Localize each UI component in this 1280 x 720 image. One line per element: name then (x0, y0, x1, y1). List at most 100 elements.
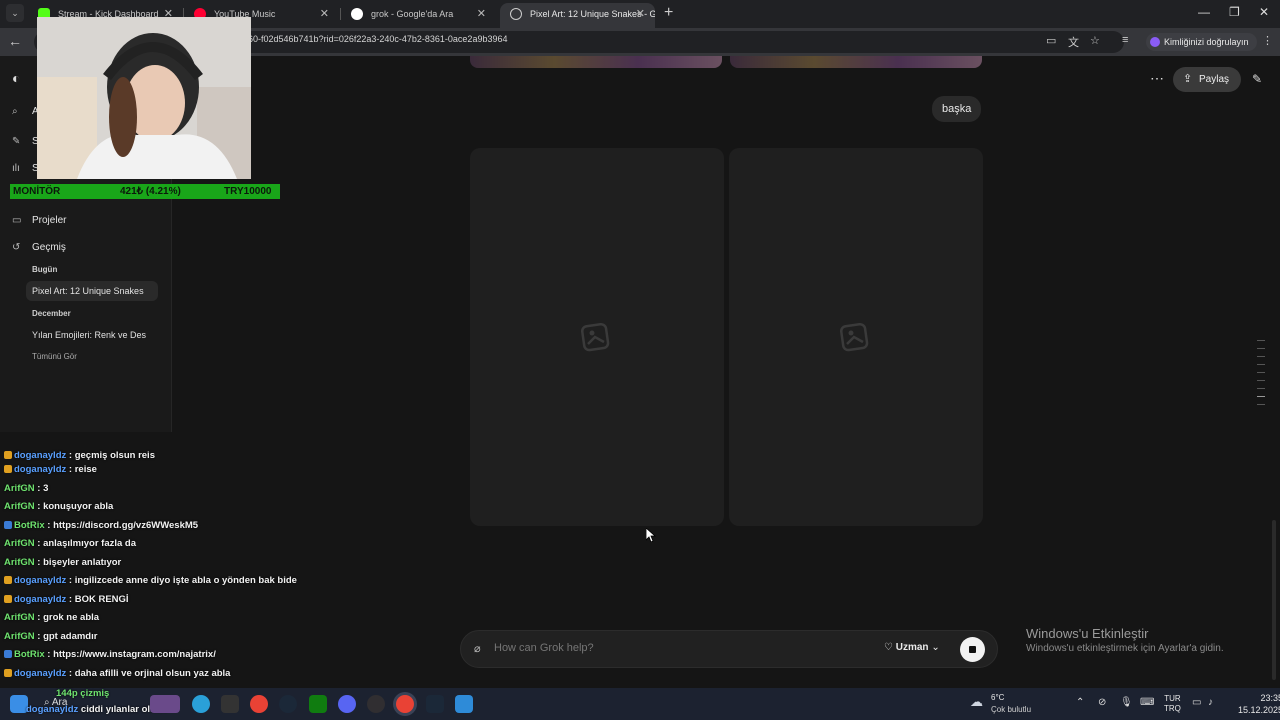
folder-icon: ▭ (12, 215, 22, 226)
history-group-december: December (32, 309, 71, 318)
clock[interactable]: 23:3515.12.2025 (1238, 692, 1280, 716)
profile-button[interactable]: Kimliğinizi doğrulayın (1146, 33, 1257, 51)
reading-list-icon[interactable]: ≡ (1122, 34, 1128, 46)
scroll-marker[interactable] (1257, 356, 1265, 357)
image-placeholder-icon (839, 322, 869, 352)
discord-icon[interactable] (338, 695, 356, 713)
close-icon[interactable]: ✕ (477, 3, 486, 25)
network-icon[interactable]: ▭ (1192, 697, 1201, 708)
tab-google-search[interactable]: grok - Google'da Ara ✕ (341, 3, 496, 28)
chat-message: ArifGN : bişeyler anlatıyor (4, 557, 122, 568)
scroll-marker[interactable] (1257, 340, 1265, 341)
mouse-cursor-icon (646, 528, 656, 542)
monitor-value: 421₺ (4.21%) (120, 186, 181, 197)
chat-message: doganayldz : BOK RENGİ (4, 594, 129, 605)
weather-temp[interactable]: 6°C (991, 693, 1004, 702)
obs-icon[interactable] (367, 695, 385, 713)
sidebar-item-projects[interactable]: ▭ Projeler (12, 215, 66, 226)
google-icon (351, 8, 363, 20)
history-item-snake-emojis[interactable]: Yılan Emojileri: Renk ve Des (32, 330, 152, 340)
chat-message: doganayldz : ingilizcede anne diyo işte … (4, 575, 297, 586)
donation-monitor-bar: MONİTÖR 421₺ (4.21%) TRY10000 (10, 184, 280, 199)
url-text[interactable]: 60-f02d546b741b?rid=026f22a3-240c-47b2-8… (248, 34, 507, 44)
edge-icon[interactable] (192, 695, 210, 713)
restore-button[interactable]: ❐ (1229, 5, 1240, 19)
chat-message: ArifGN : konuşuyor abla (4, 501, 114, 512)
microphone-icon[interactable]: 🎙 (1120, 697, 1133, 708)
sidebar-item-3[interactable]: ılı S (12, 163, 39, 174)
mode-selector[interactable]: ♡ Uzman ⌄ (884, 642, 940, 653)
epic-games-icon[interactable] (221, 695, 239, 713)
back-arrow-icon[interactable]: ← (8, 33, 22, 49)
scroll-marker[interactable] (1257, 396, 1265, 397)
close-icon[interactable]: ✕ (320, 3, 329, 25)
new-tab-button[interactable]: + (664, 4, 673, 22)
avatar (1150, 37, 1160, 47)
grok-logo-icon[interactable]: ◐ (12, 70, 20, 86)
chat-message: ArifGN : gpt adamdır (4, 631, 98, 642)
volume-icon[interactable]: ♪ (1208, 697, 1213, 708)
close-icon[interactable]: ✕ (636, 3, 645, 25)
scroll-marker[interactable] (1257, 364, 1265, 365)
stream-chat-overlay: doganayldz : geçmiş olsun reis doganayld… (0, 424, 330, 688)
image-placeholder-card[interactable] (470, 148, 724, 526)
keyboard-icon[interactable]: ⌨ (1140, 697, 1154, 708)
webcam-feed (37, 17, 251, 179)
chat-message: ArifGN : 3 (4, 483, 49, 494)
sidebar-item-2[interactable]: ✎ S (12, 136, 39, 147)
new-chat-icon[interactable]: ✎ (1252, 72, 1262, 86)
history-icon: ↺ (12, 242, 21, 253)
tray-chevron-icon[interactable]: ⌃ (1076, 697, 1084, 708)
history-item-pixel-art[interactable]: Pixel Art: 12 Unique Snakes (32, 286, 144, 296)
steam-app-icon[interactable] (426, 695, 444, 713)
lightbulb-icon: ♡ (884, 642, 893, 653)
scroll-marker[interactable] (1257, 380, 1265, 381)
activation-watermark-title: Windows'u Etkinleştir (1026, 626, 1149, 641)
monitor-label: MONİTÖR (13, 186, 61, 197)
chrome-icon[interactable] (250, 695, 268, 713)
activation-watermark-subtitle: Windows'u etkinleştirmek için Ayarlar'a … (1026, 643, 1224, 654)
history-group-today: Bugün (32, 265, 58, 274)
weather-desc[interactable]: Çok bulutlu (991, 705, 1031, 714)
scroll-marker[interactable] (1257, 348, 1265, 349)
xbox-icon[interactable] (309, 695, 327, 713)
edit-icon: ✎ (12, 136, 21, 147)
security-icon[interactable]: ⊘ (1098, 697, 1106, 708)
steam-icon[interactable] (279, 695, 297, 713)
chat-message: doganayldz : reise (4, 464, 97, 475)
profile-label: Kimliğinizi doğrulayın (1164, 37, 1249, 47)
tab-search-icon[interactable]: ⌄ (6, 4, 24, 22)
attach-icon[interactable]: ⌀ (474, 642, 481, 655)
scroll-marker[interactable] (1257, 372, 1265, 373)
user-message-bubble: başka (932, 96, 982, 122)
close-window-button[interactable]: ✕ (1259, 5, 1269, 19)
bookmark-star-icon[interactable]: ☆ (1090, 34, 1100, 47)
scroll-marker[interactable] (1257, 404, 1265, 405)
scroll-marker[interactable] (1257, 388, 1265, 389)
see-all-link[interactable]: Tümünü Gör (32, 352, 77, 361)
weather-icon[interactable]: ☁ (970, 694, 983, 710)
chat-message: doganayldz ciddi yılanlar olsun (26, 704, 167, 715)
notepad-icon[interactable] (455, 695, 473, 713)
minimize-button[interactable]: — (1198, 5, 1210, 19)
voice-mode-button[interactable] (960, 637, 985, 662)
install-app-icon[interactable]: ▭ (1046, 34, 1056, 47)
image-placeholder-icon (580, 322, 610, 352)
tab-grok-pixel-art[interactable]: Pixel Art: 12 Unique Snakes - G ✕ (500, 3, 655, 28)
share-button[interactable]: ⇪ Paylaş (1173, 67, 1242, 92)
previous-image-2[interactable] (730, 56, 982, 68)
more-options-icon[interactable]: ⋯ (1150, 70, 1164, 87)
sidebar-item-history[interactable]: ↺ Geçmiş (12, 242, 66, 253)
input-language[interactable]: TUR TRQ (1164, 694, 1181, 714)
browser-menu-icon[interactable]: ⋮ (1262, 34, 1273, 47)
scrollbar[interactable] (1272, 520, 1276, 680)
translate-icon[interactable]: 文 (1068, 34, 1079, 50)
prompt-input[interactable] (494, 642, 854, 654)
sidebar-item-search[interactable]: ⌕ A (12, 106, 39, 117)
previous-image-1[interactable] (470, 56, 722, 68)
chat-message: doganayldz : daha afilli ve orjinal olsu… (4, 668, 230, 679)
image-placeholder-card[interactable] (729, 148, 983, 526)
chevron-down-icon: ⌄ (931, 642, 940, 653)
widgets-icon[interactable] (150, 695, 180, 713)
chrome-active-icon[interactable] (396, 695, 414, 713)
